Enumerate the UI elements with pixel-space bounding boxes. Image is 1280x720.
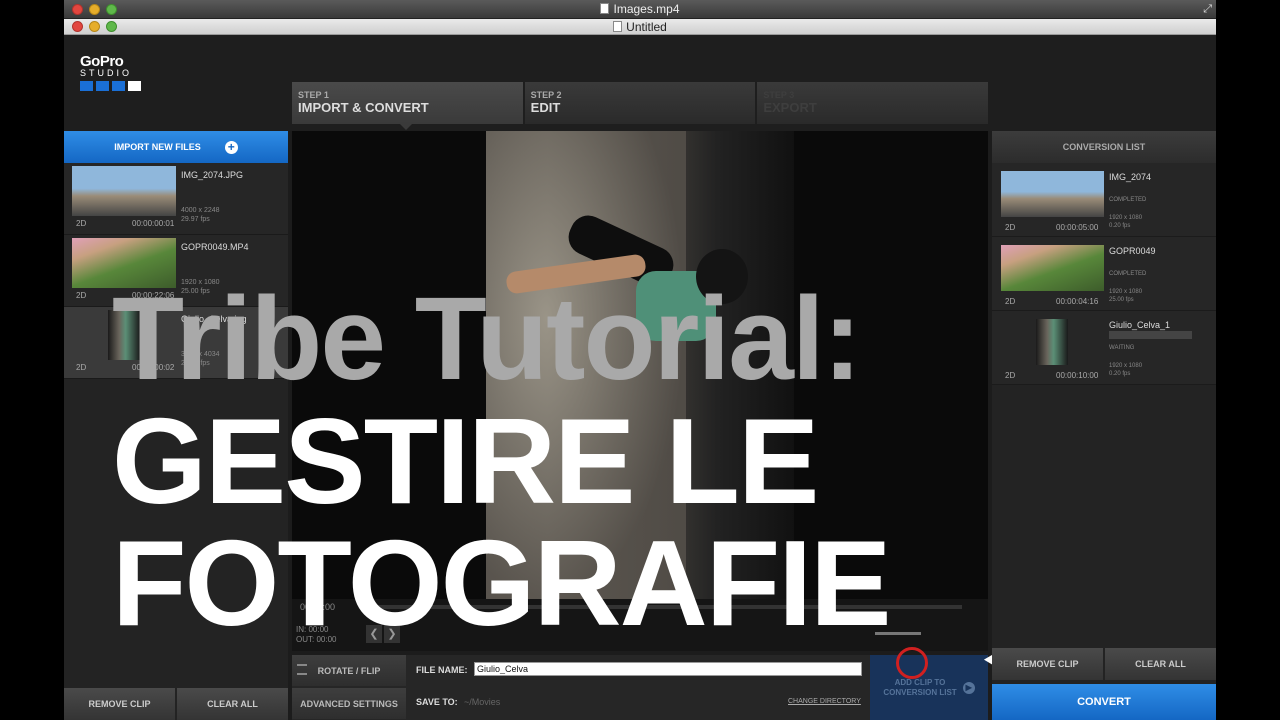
menu-icon xyxy=(297,664,307,675)
conversion-thumbnail xyxy=(1001,245,1104,291)
convert-button[interactable]: CONVERT xyxy=(992,684,1216,720)
conversion-list-header: CONVERSION LIST xyxy=(992,131,1216,163)
document-titlebar: Untitled xyxy=(64,19,1216,35)
app-header: GoPro STUDIO STEP 1 IMPORT & CONVERT STE… xyxy=(64,35,1216,131)
add-clip-to-conversion-list-button[interactable]: ADD CLIP TO CONVERSION LIST ▶ xyxy=(870,655,988,720)
file-name-input[interactable] xyxy=(474,662,862,676)
file-name-label: FILE NAME: xyxy=(416,665,468,675)
conversion-item[interactable]: GOPR0049 COMPLETED 1920 x 1080 25.00 fps… xyxy=(992,237,1216,311)
remove-clip-button[interactable]: REMOVE CLIP xyxy=(64,688,175,720)
arrow-right-icon: ▶ xyxy=(962,681,975,694)
document-icon xyxy=(613,21,623,32)
chevron-left-icon[interactable]: ❮ xyxy=(366,625,382,643)
clear-all-button[interactable]: CLEAR ALL xyxy=(1105,648,1216,680)
media-thumbnail xyxy=(72,166,176,216)
conversion-item[interactable]: Giulio_Celva_1 WAITING 1920 x 1080 0.20 … xyxy=(992,311,1216,385)
save-to-label: SAVE TO: xyxy=(416,697,458,707)
clip-settings: ROTATE / FLIP ADVANCED SETTINGS FILE NAM… xyxy=(292,655,988,720)
timecode: 00:00:00 xyxy=(300,602,336,612)
conversion-list-panel: CONVERSION LIST IMG_2074 COMPLETED 1920 … xyxy=(992,131,1216,720)
save-to-path: ~/Movies xyxy=(464,697,501,707)
scrub-bar[interactable] xyxy=(362,605,962,609)
chevron-right-icon[interactable]: ❯ xyxy=(384,625,400,643)
document-icon xyxy=(600,3,610,14)
out-point: OUT: 00:00 xyxy=(296,635,337,644)
rotate-flip-button[interactable]: ROTATE / FLIP xyxy=(292,655,406,686)
transport-bar: 00:00:00 IN: 00:00 OUT: 00:00 ❮ ❯ xyxy=(292,599,988,651)
change-directory-link[interactable]: CHANGE DIRECTORY xyxy=(788,698,861,705)
step-edit[interactable]: STEP 2 EDIT xyxy=(524,82,756,124)
preview-image xyxy=(486,131,794,599)
document-title: Untitled xyxy=(626,20,667,34)
gopro-studio-logo: GoPro STUDIO xyxy=(80,53,160,91)
advanced-settings-button[interactable]: ADVANCED SETTINGS xyxy=(292,688,406,719)
in-point: IN: 00:00 xyxy=(296,625,329,634)
fullscreen-icon[interactable]: ⤢ xyxy=(1203,3,1212,16)
volume-slider[interactable] xyxy=(875,632,921,635)
media-item[interactable]: GOPR0049.MP4 1920 x 1080 25.00 fps 2D 00… xyxy=(64,235,288,307)
step-import-convert[interactable]: STEP 1 IMPORT & CONVERT xyxy=(292,82,523,130)
plus-icon: + xyxy=(224,140,238,154)
media-thumbnail xyxy=(72,238,176,288)
conversion-item[interactable]: IMG_2074 COMPLETED 1920 x 1080 0.20 fps … xyxy=(992,163,1216,237)
workflow-steps: STEP 1 IMPORT & CONVERT STEP 2 EDIT STEP… xyxy=(292,82,989,130)
media-item[interactable]: IMG_2074.JPG 4000 x 2248 29.97 fps 2D 00… xyxy=(64,163,288,235)
import-new-files-button[interactable]: IMPORT NEW FILES + xyxy=(64,131,288,163)
click-indicator xyxy=(896,647,928,679)
conversion-thumbnail xyxy=(1001,171,1104,217)
media-bin: IMPORT NEW FILES + IMG_2074.JPG 4000 x 2… xyxy=(64,131,288,720)
conversion-progress-bar xyxy=(1109,331,1192,339)
window-title: Images.mp4 xyxy=(613,2,680,16)
conversion-thumbnail xyxy=(1036,319,1068,365)
preview-pane: 00:00:00 IN: 00:00 OUT: 00:00 ❮ ❯ xyxy=(292,131,988,651)
step-export: STEP 3 EXPORT xyxy=(757,82,989,124)
clear-all-button[interactable]: CLEAR ALL xyxy=(177,688,288,720)
window-titlebar: Images.mp4 ⤢ xyxy=(64,0,1216,19)
media-thumbnail xyxy=(108,310,140,360)
media-item-selected[interactable]: Giulio_Celva.jpg 3024 x 4034 29.97 fps 2… xyxy=(64,307,288,379)
remove-clip-button[interactable]: REMOVE CLIP xyxy=(992,648,1103,680)
app-window: Images.mp4 ⤢ Untitled GoPro STUDIO STEP … xyxy=(64,0,1216,720)
